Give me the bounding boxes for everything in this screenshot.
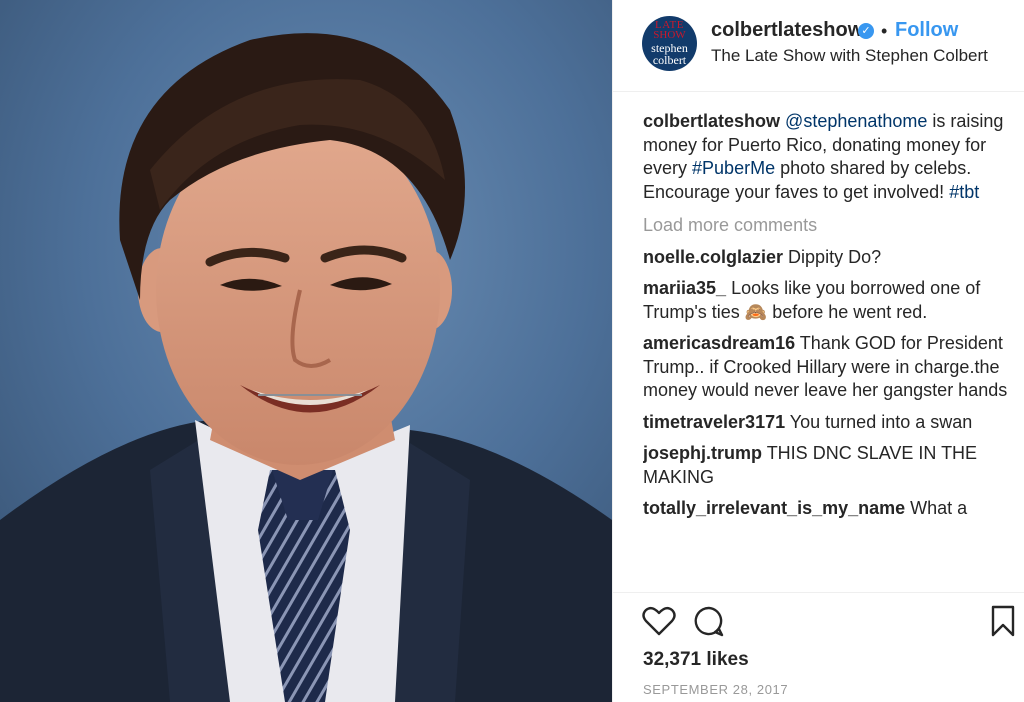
post-caption: colbertlateshow @stephenathome is raisin… (643, 110, 1013, 204)
caption-mention-link[interactable]: @stephenathome (785, 111, 927, 131)
comment-item: noelle.colglazier Dippity Do? (643, 246, 1013, 270)
comment-username-link[interactable]: totally_irrelevant_is_my_name (643, 498, 905, 518)
comment-username-link[interactable]: josephj.trump (643, 443, 762, 463)
comment-item: mariia35_ Looks like you borrowed one of… (643, 277, 1013, 324)
likes-count[interactable]: 32,371 likes (643, 649, 749, 671)
bookmark-icon[interactable] (991, 605, 1015, 637)
header-username-link[interactable]: colbertlateshow (711, 19, 863, 42)
post-date: SEPTEMBER 28, 2017 (643, 682, 789, 697)
post-photo[interactable] (0, 0, 612, 702)
avatar-text-line-4: colbert (652, 53, 687, 67)
profile-avatar[interactable]: LATE SHOW stephen colbert (642, 16, 697, 71)
comment-item: timetraveler3171 You turned into a swan (643, 411, 1013, 435)
avatar-text-line-2: SHOW (653, 29, 686, 41)
account-full-name: The Late Show with Stephen Colbert (711, 46, 988, 65)
caption-hashtag-link[interactable]: #tbt (949, 182, 979, 202)
heart-icon[interactable] (642, 605, 676, 637)
post-footer: 32,371 likes SEPTEMBER 28, 2017 (613, 592, 1024, 702)
caption-hashtag-link[interactable]: #PuberMe (692, 158, 775, 178)
post-details-panel: LATE SHOW stephen colbert colbertlatesho… (612, 0, 1024, 702)
post-header: LATE SHOW stephen colbert colbertlatesho… (613, 0, 1024, 92)
comment-item: totally_irrelevant_is_my_name What a (643, 497, 1013, 521)
comment-text: You turned into a swan (785, 411, 973, 432)
header-separator: • (881, 21, 888, 41)
portrait-illustration (0, 0, 612, 702)
follow-button[interactable]: Follow (895, 19, 958, 42)
comment-item: josephj.trump THIS DNC SLAVE IN THE MAKI… (643, 442, 1013, 489)
comment-icon[interactable] (693, 605, 725, 637)
comment-username-link[interactable]: mariia35_ (643, 278, 726, 298)
verified-badge-icon: ✓ (858, 23, 874, 39)
comment-username-link[interactable]: noelle.colglazier (643, 247, 783, 267)
comment-item: americasdream16 Thank GOD for President … (643, 332, 1013, 403)
load-more-comments-button[interactable]: Load more comments (643, 214, 1013, 238)
comment-username-link[interactable]: timetraveler3171 (643, 412, 785, 432)
comment-text: Dippity Do? (783, 246, 882, 267)
caption-username-link[interactable]: colbertlateshow (643, 111, 780, 131)
comments-list[interactable]: colbertlateshow @stephenathome is raisin… (643, 110, 1013, 592)
comment-username-link[interactable]: americasdream16 (643, 333, 795, 353)
comment-text: What a (905, 498, 968, 518)
